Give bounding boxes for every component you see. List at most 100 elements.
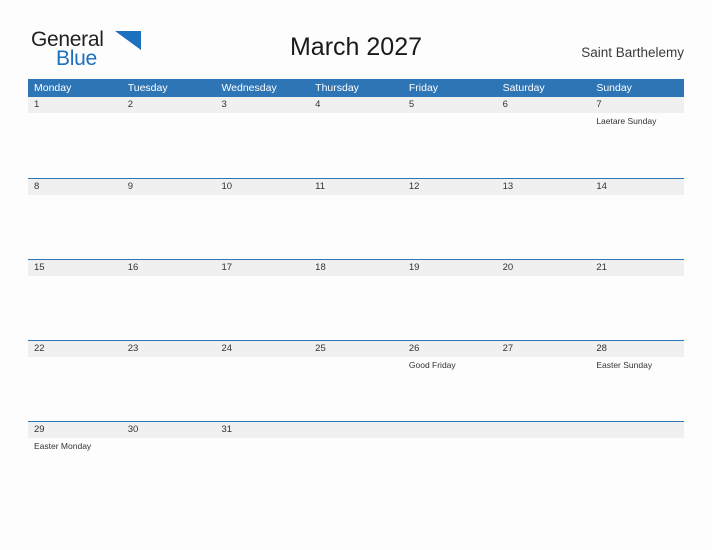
calendar-week-row: 1 2 3 4 5 6 7 Laetare Sunday bbox=[28, 97, 684, 178]
weekday-header-row: Monday Tuesday Wednesday Thursday Friday Satu… bbox=[28, 79, 684, 97]
day-cell-14[interactable]: 14 bbox=[590, 179, 684, 259]
weekday-header-tuesday: Tuesday bbox=[127, 82, 168, 94]
week-days: 29 Easter Monday 30 31 bbox=[28, 422, 684, 502]
day-number: 5 bbox=[408, 99, 415, 110]
day-cell-24[interactable]: 24 bbox=[215, 341, 309, 421]
day-cell-empty bbox=[497, 422, 591, 502]
calendar-weeks: 1 2 3 4 5 6 7 Laetare Sunday 8 9 10 11 12 13 14 15 16 17 1… bbox=[28, 97, 684, 502]
week-days: 8 9 10 11 12 13 14 bbox=[28, 179, 684, 259]
day-cell-11[interactable]: 11 bbox=[309, 179, 403, 259]
day-cell-empty bbox=[309, 422, 403, 502]
weekday-header-sunday: Sunday bbox=[596, 82, 632, 94]
day-cell-2[interactable]: 2 bbox=[122, 97, 216, 177]
day-number: 22 bbox=[34, 343, 45, 354]
location-label: Saint Barthelemy bbox=[581, 45, 684, 60]
day-number: 21 bbox=[596, 262, 607, 273]
calendar-week-row: 8 9 10 11 12 13 14 bbox=[28, 178, 684, 259]
day-number: 12 bbox=[408, 181, 420, 192]
day-cell-19[interactable]: 19 bbox=[403, 260, 497, 340]
day-number: 25 bbox=[315, 343, 326, 354]
day-cell-12[interactable]: 12 bbox=[403, 179, 497, 259]
day-cell-10[interactable]: 10 bbox=[215, 179, 309, 259]
day-number: 24 bbox=[221, 343, 233, 354]
day-cell-9[interactable]: 9 bbox=[122, 179, 216, 259]
day-number: 27 bbox=[502, 343, 514, 354]
day-number: 20 bbox=[502, 262, 514, 273]
calendar-grid: Monday Tuesday Wednesday Thursday Friday Satu… bbox=[28, 79, 684, 502]
day-cell-28[interactable]: 28 Easter Sunday bbox=[590, 341, 684, 421]
week-days: 15 16 17 18 19 20 21 bbox=[28, 260, 684, 340]
day-cell-7[interactable]: 7 Laetare Sunday bbox=[590, 97, 684, 177]
calendar-page: General Blue March 2027 Saint Barthelemy… bbox=[0, 0, 712, 550]
day-cell-4[interactable]: 4 bbox=[309, 97, 403, 177]
calendar-week-row: 29 Easter Monday 30 31 bbox=[28, 421, 684, 502]
day-events: Laetare Sunday bbox=[596, 116, 684, 127]
event-label: Easter Sunday bbox=[596, 360, 653, 370]
calendar-week-row: 22 23 24 25 26 Good Friday 27 28 Easter Sunday bbox=[28, 340, 684, 421]
day-cell-3[interactable]: 3 bbox=[215, 97, 309, 177]
day-cell-27[interactable]: 27 bbox=[497, 341, 591, 421]
day-number bbox=[503, 422, 591, 438]
day-cell-empty bbox=[590, 422, 684, 502]
day-cell-1[interactable]: 1 bbox=[28, 97, 122, 177]
day-cell-22[interactable]: 22 bbox=[28, 341, 122, 421]
day-events: Easter Sunday bbox=[596, 360, 684, 371]
day-cell-16[interactable]: 16 bbox=[122, 260, 216, 340]
day-cell-20[interactable]: 20 bbox=[497, 260, 591, 340]
weekday-header-saturday: Saturday bbox=[502, 82, 545, 94]
day-number: 30 bbox=[127, 424, 139, 435]
day-cell-25[interactable]: 25 bbox=[309, 341, 403, 421]
day-number: 1 bbox=[34, 99, 40, 110]
page-header: General Blue March 2027 Saint Barthelemy bbox=[0, 0, 712, 79]
day-cell-23[interactable]: 23 bbox=[122, 341, 216, 421]
day-cell-31[interactable]: 31 bbox=[215, 422, 309, 502]
day-number: 31 bbox=[221, 424, 233, 435]
day-number: 13 bbox=[502, 181, 514, 192]
event-label: Good Friday bbox=[408, 360, 456, 370]
day-number: 15 bbox=[34, 262, 45, 273]
day-cell-13[interactable]: 13 bbox=[497, 179, 591, 259]
day-number: 2 bbox=[127, 99, 134, 110]
calendar-week-row: 15 16 17 18 19 20 21 bbox=[28, 259, 684, 340]
weekday-header-thursday: Thursday bbox=[315, 82, 359, 94]
day-cell-18[interactable]: 18 bbox=[309, 260, 403, 340]
day-events: Good Friday bbox=[409, 360, 497, 371]
day-number: 3 bbox=[221, 99, 227, 110]
day-number bbox=[315, 422, 403, 438]
week-days: 22 23 24 25 26 Good Friday 27 28 Easter Sunday bbox=[28, 341, 684, 421]
day-cell-26[interactable]: 26 Good Friday bbox=[403, 341, 497, 421]
day-number bbox=[596, 422, 684, 438]
day-number: 23 bbox=[127, 343, 139, 354]
day-number: 29 bbox=[34, 424, 45, 435]
day-number: 14 bbox=[596, 181, 607, 192]
day-cell-15[interactable]: 15 bbox=[28, 260, 122, 340]
day-number: 19 bbox=[408, 262, 420, 273]
day-number: 8 bbox=[34, 181, 40, 192]
day-number: 26 bbox=[408, 343, 420, 354]
day-number: 9 bbox=[127, 181, 134, 192]
event-label: Easter Monday bbox=[34, 441, 92, 451]
day-cell-6[interactable]: 6 bbox=[497, 97, 591, 177]
day-cell-5[interactable]: 5 bbox=[403, 97, 497, 177]
day-number bbox=[409, 422, 497, 438]
event-label: Laetare Sunday bbox=[596, 116, 657, 126]
day-number: 11 bbox=[315, 181, 326, 192]
day-cell-30[interactable]: 30 bbox=[122, 422, 216, 502]
day-cell-17[interactable]: 17 bbox=[215, 260, 309, 340]
day-number: 6 bbox=[502, 99, 508, 110]
day-cell-29[interactable]: 29 Easter Monday bbox=[28, 422, 122, 502]
day-number: 18 bbox=[315, 262, 326, 273]
day-cell-21[interactable]: 21 bbox=[590, 260, 684, 340]
day-number: 4 bbox=[315, 99, 321, 110]
week-days: 1 2 3 4 5 6 7 Laetare Sunday bbox=[28, 97, 684, 177]
day-number: 28 bbox=[596, 343, 607, 354]
day-number: 10 bbox=[221, 181, 233, 192]
day-cell-8[interactable]: 8 bbox=[28, 179, 122, 259]
day-number: 7 bbox=[596, 99, 602, 110]
day-events: Easter Monday bbox=[34, 441, 122, 452]
day-cell-empty bbox=[403, 422, 497, 502]
weekday-header-monday: Monday bbox=[34, 82, 72, 94]
day-number: 16 bbox=[127, 262, 139, 273]
weekday-header-wednesday: Wednesday bbox=[221, 82, 277, 94]
day-number: 17 bbox=[221, 262, 233, 273]
